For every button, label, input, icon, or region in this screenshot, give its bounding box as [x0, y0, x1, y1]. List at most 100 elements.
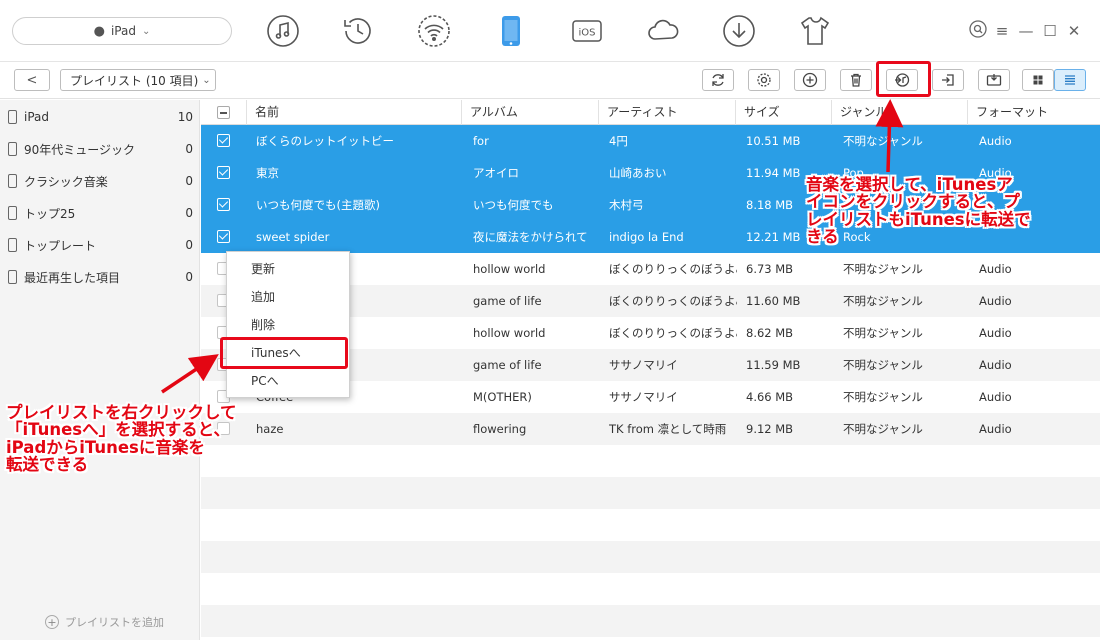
context-menu-delete[interactable]: 削除 [227, 311, 351, 339]
context-menu-add[interactable]: 追加 [227, 283, 351, 311]
sidebar-item-top25[interactable]: トップ25 0 [0, 197, 200, 229]
column-header-format[interactable]: フォーマット [968, 100, 1100, 125]
device-selector[interactable]: ● iPad ⌄ [12, 17, 232, 45]
cell-format: Audio [979, 326, 1012, 340]
trash-icon [851, 73, 861, 87]
close-icon[interactable]: ✕ [1062, 20, 1086, 42]
menu-icon[interactable]: ≡ [990, 20, 1014, 42]
maximize-icon[interactable]: ☐ [1038, 20, 1062, 42]
plus-icon: + [45, 615, 59, 629]
chevron-left-icon: < [26, 72, 38, 88]
cell-album: for [473, 134, 489, 148]
table-row [201, 445, 1100, 477]
device-icon[interactable] [492, 12, 530, 50]
cell-name: いつも何度でも(主題歌) [256, 198, 380, 212]
sidebar: iPad 10 90年代ミュージック 0 クラシック音楽 0 トップ25 0 ト… [0, 100, 200, 640]
column-header-album[interactable]: アルバム [462, 100, 599, 125]
annotation-right-line: レイリストもiTunesに転送で [806, 209, 1031, 229]
cell-name: ぼくらのレットイットビー [256, 134, 394, 148]
annotation-right: 音楽を選択して、iTunesア イコンをクリックすると、プ レイリストもiTun… [806, 176, 1038, 246]
context-menu-refresh[interactable]: 更新 [227, 255, 351, 283]
minimize-icon[interactable]: — [1014, 20, 1038, 42]
table-row[interactable]: haze flowering TK from 凛として時雨 9.12 MB 不明なジャン… [201, 413, 1100, 445]
annotation-left-line: プレイリストを右クリックして [6, 403, 237, 422]
grid-view-button[interactable] [1022, 69, 1054, 91]
music-icon[interactable] [264, 12, 302, 50]
sidebar-item-label: トップレート [24, 238, 97, 253]
sidebar-item-90s-music[interactable]: 90年代ミュージック 0 [0, 133, 200, 165]
list-view-button[interactable] [1054, 69, 1086, 91]
row-checkbox[interactable] [217, 134, 230, 147]
playlist-dropdown-label: プレイリスト (10 項目) [70, 73, 199, 88]
cell-album: アオイロ [473, 166, 519, 180]
user-icon[interactable] [966, 20, 990, 42]
row-checkbox[interactable] [217, 230, 230, 243]
device-transfer-icon [986, 74, 1002, 86]
refresh-icon [712, 74, 724, 86]
export-icon [942, 74, 954, 86]
device-icon [8, 110, 17, 124]
highlight-itunes-button [876, 61, 931, 97]
sidebar-item-ipad[interactable]: iPad 10 [0, 101, 200, 133]
ios-icon[interactable]: iOS [568, 12, 606, 50]
table-row [201, 605, 1100, 637]
select-all-cell [201, 100, 247, 125]
context-menu-to-pc[interactable]: PCへ [227, 367, 351, 395]
column-header-size[interactable]: サイズ [736, 100, 832, 125]
cell-size: 10.51 MB [746, 134, 801, 148]
back-button[interactable]: < [14, 69, 50, 91]
annotation-left-line: 転送できる [6, 454, 89, 474]
gear-icon [757, 73, 771, 87]
sidebar-item-recently-played[interactable]: 最近再生した項目 0 [0, 261, 200, 293]
table-row [201, 477, 1100, 509]
add-playlist-label: プレイリストを追加 [65, 616, 164, 629]
cell-genre: 不明なジャンル [843, 390, 923, 404]
sidebar-item-count: 0 [185, 270, 193, 284]
cell-name: sweet spider [256, 230, 330, 244]
table-row[interactable]: ぼくらのレットイットビー for 4円 10.51 MB 不明なジャンル Audio [201, 125, 1100, 157]
cell-format: Audio [979, 294, 1012, 308]
table-header: 名前 アルバム アーティスト サイズ ジャンル フォーマット [201, 100, 1100, 125]
sidebar-item-top-rated[interactable]: トップレート 0 [0, 229, 200, 261]
cell-format: Audio [979, 422, 1012, 436]
export-to-pc-button[interactable] [932, 69, 964, 91]
column-header-name[interactable]: 名前 [247, 100, 462, 125]
cell-size: 8.62 MB [746, 326, 794, 340]
delete-button[interactable] [840, 69, 872, 91]
row-checkbox[interactable] [217, 198, 230, 211]
wifi-icon[interactable] [415, 12, 453, 50]
tshirt-icon[interactable] [796, 12, 834, 50]
cell-artist: indigo la End [609, 230, 684, 244]
cell-genre: 不明なジャンル [843, 134, 923, 148]
column-header-genre[interactable]: ジャンル [832, 100, 968, 125]
cell-artist: 山崎あおい [609, 166, 667, 180]
sidebar-item-count: 0 [185, 206, 193, 220]
sidebar-item-classical[interactable]: クラシック音楽 0 [0, 165, 200, 197]
select-all-checkbox[interactable] [217, 106, 230, 119]
top-bar: ● iPad ⌄ iOS ≡ — ☐ ✕ [0, 0, 1100, 62]
row-checkbox[interactable] [217, 166, 230, 179]
settings-button[interactable] [748, 69, 780, 91]
playlist-dropdown[interactable]: プレイリスト (10 項目) ⌄ [60, 69, 216, 91]
column-header-artist[interactable]: アーティスト [599, 100, 736, 125]
cell-format: Audio [979, 390, 1012, 404]
device-name: iPad [110, 24, 136, 38]
refresh-button[interactable] [702, 69, 734, 91]
cell-album: flowering [473, 422, 527, 436]
plus-circle-icon [802, 72, 818, 88]
cloud-icon[interactable] [644, 12, 682, 50]
history-icon[interactable] [339, 12, 377, 50]
download-icon[interactable] [720, 12, 758, 50]
add-playlist-button[interactable]: + プレイリストを追加 [45, 614, 164, 630]
annotation-left-line: iPadからiTunesに音楽を [6, 437, 205, 457]
cell-genre: 不明なジャンル [843, 326, 923, 340]
table-row [201, 573, 1100, 605]
annotation-right-line: イコンをクリックすると、プ [806, 192, 1020, 212]
cell-size: 9.12 MB [746, 422, 794, 436]
add-button[interactable] [794, 69, 826, 91]
to-device-button[interactable] [978, 69, 1010, 91]
cell-artist: ぼくのりりっくのぼうよみ [609, 294, 737, 308]
cell-artist: ササノマリイ [609, 390, 678, 404]
grid-icon [1033, 75, 1043, 85]
device-icon [8, 206, 17, 220]
